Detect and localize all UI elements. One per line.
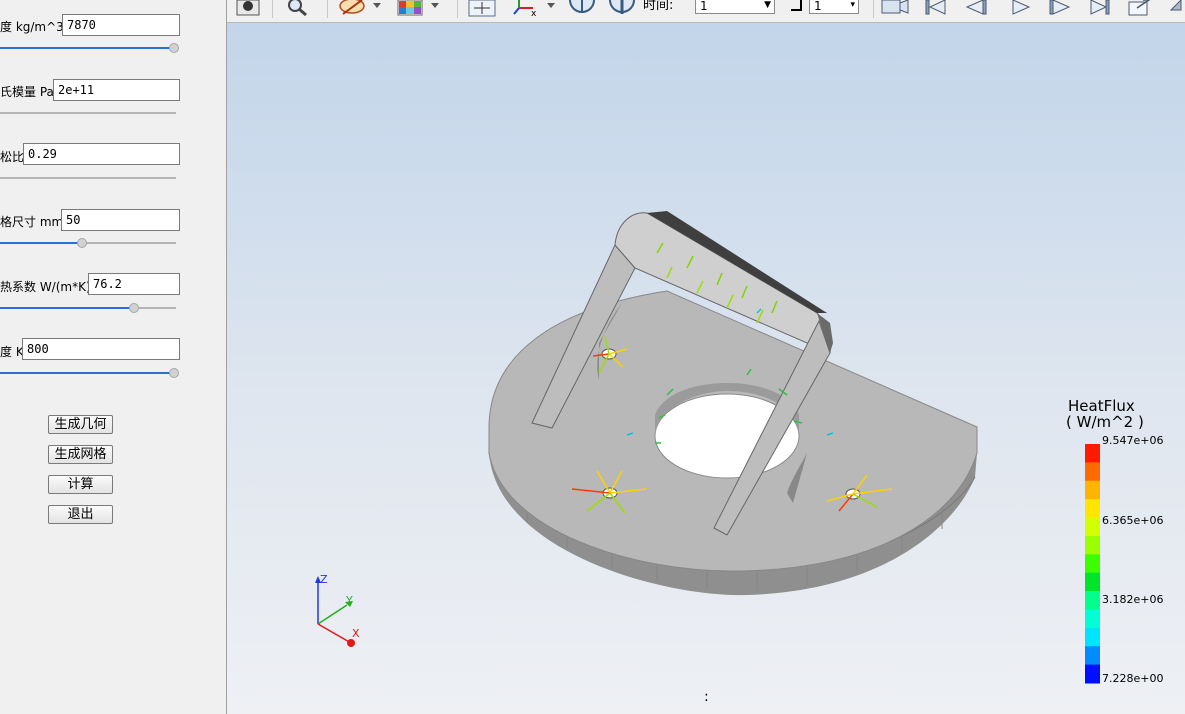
parameter-panel: 度 kg/m^3 7870 氏模量 Pa 2e+11 松比 0.29 格尺寸 m…: [0, 0, 227, 714]
fit-view-icon[interactable]: [467, 0, 497, 18]
render-viewport[interactable]: Z Y X HeatFlux ( W/m^2 ) 9.547e+06 6.365…: [227, 23, 1185, 714]
legend-color-band: [1085, 462, 1100, 482]
chevron-down-icon: ▾: [850, 0, 855, 10]
legend-color-band: [1085, 664, 1100, 684]
exit-button[interactable]: 退出: [48, 505, 113, 524]
legend-color-band: [1085, 517, 1100, 537]
last-frame-icon[interactable]: [1085, 0, 1115, 18]
zoom-icon[interactable]: [283, 0, 311, 18]
mesh-size-slider-handle[interactable]: [77, 238, 87, 248]
legend-color-band: [1085, 444, 1100, 463]
time-select-value: 1: [700, 0, 708, 13]
record-icon[interactable]: [879, 0, 911, 18]
legend-color-band: [1085, 480, 1100, 500]
mesh-size-input[interactable]: 50: [61, 209, 180, 231]
conductivity-input[interactable]: 76.2: [88, 273, 180, 295]
more-tools-icon[interactable]: [1167, 0, 1185, 18]
legend-title: HeatFlux: [1068, 397, 1135, 415]
density-label: 度 kg/m^3: [0, 20, 64, 34]
toolbar: x 时间: 1 ▼ 1 ▾: [227, 0, 1185, 23]
legend-color-band: [1085, 499, 1100, 519]
compute-button[interactable]: 计算: [48, 475, 113, 494]
chevron-down-icon: ▼: [764, 0, 771, 10]
temperature-slider[interactable]: [0, 367, 179, 379]
axis-x-label: X: [352, 627, 360, 640]
next-frame-icon[interactable]: [1045, 0, 1075, 18]
legend-color-band: [1085, 535, 1100, 555]
legend-tick-mid: 3.182e+06: [1102, 593, 1164, 606]
mesh-size-slider[interactable]: [0, 237, 176, 249]
legend-color-band: [1085, 609, 1100, 629]
legend-color-band: [1085, 572, 1100, 592]
legend-color-band: [1085, 627, 1100, 647]
density-slider-handle[interactable]: [169, 43, 179, 53]
orientation-axes: Z Y X: [315, 573, 360, 647]
rotate-view-icon[interactable]: [567, 0, 597, 18]
step-icon: [791, 0, 802, 11]
previous-frame-icon[interactable]: [961, 0, 991, 18]
temperature-label: 度 K: [0, 345, 24, 359]
visibility-dropdown-icon[interactable]: [337, 0, 385, 18]
legend-tick-min: 7.228e+00: [1102, 672, 1164, 685]
status-text: :: [704, 689, 709, 705]
conductivity-slider-handle[interactable]: [129, 303, 139, 313]
youngs-modulus-label: 氏模量 Pa: [0, 85, 54, 99]
youngs-modulus-input[interactable]: 2e+11: [53, 79, 180, 101]
density-slider[interactable]: [0, 42, 179, 54]
time-label: 时间:: [643, 0, 674, 13]
clip-plane-icon[interactable]: [607, 0, 637, 18]
time-select[interactable]: 1 ▼: [695, 0, 775, 14]
legend-color-bar: [1085, 444, 1100, 684]
axis-y-label: Y: [345, 594, 353, 607]
conductivity-label: 热系数 W/(m*K): [0, 280, 91, 294]
generate-geometry-button[interactable]: 生成几何: [48, 415, 113, 434]
generate-mesh-button[interactable]: 生成网格: [48, 445, 113, 464]
legend-tick-max: 9.547e+06: [1102, 434, 1164, 447]
poisson-ratio-label: 松比: [0, 150, 25, 164]
legend-color-band: [1085, 646, 1100, 666]
first-frame-icon[interactable]: [921, 0, 951, 18]
step-spinbox[interactable]: 1 ▾: [809, 0, 859, 14]
conductivity-slider[interactable]: [0, 302, 176, 314]
model-scene: Z Y X: [315, 211, 1100, 684]
youngs-modulus-slider[interactable]: [0, 107, 176, 119]
export-icon[interactable]: [1125, 0, 1155, 18]
poisson-ratio-slider[interactable]: [0, 172, 176, 184]
temperature-input[interactable]: 800: [22, 338, 180, 360]
legend-color-band: [1085, 554, 1100, 574]
density-input[interactable]: 7870: [62, 14, 180, 36]
axis-z-label: Z: [320, 573, 328, 586]
axes-view-dropdown-icon[interactable]: x: [511, 0, 559, 18]
step-spinbox-value: 1: [814, 0, 822, 13]
svg-text:x: x: [531, 9, 537, 18]
legend-tick-high: 6.365e+06: [1102, 514, 1164, 527]
screenshot-icon[interactable]: [233, 0, 263, 18]
temperature-slider-handle[interactable]: [169, 368, 179, 378]
poisson-ratio-input[interactable]: 0.29: [23, 143, 180, 165]
play-icon[interactable]: [1005, 0, 1035, 18]
legend-unit: ( W/m^2 ): [1066, 413, 1144, 431]
color-map-dropdown-icon[interactable]: [395, 0, 445, 18]
mesh-size-label: 格尺寸 mm: [0, 215, 64, 229]
legend-color-band: [1085, 591, 1100, 610]
